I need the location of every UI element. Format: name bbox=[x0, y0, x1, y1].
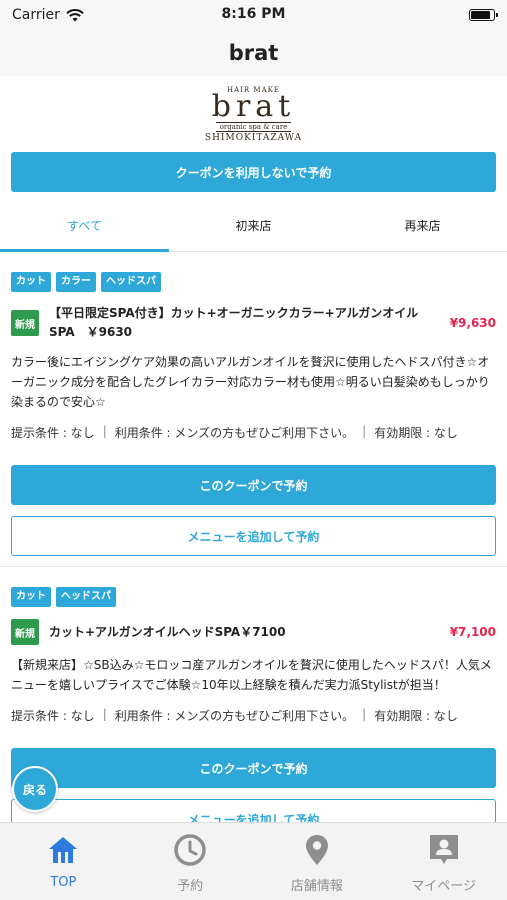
logo-sub-text: organic spa & care bbox=[215, 121, 292, 132]
home-icon bbox=[49, 837, 78, 863]
coupon-card: カット カラー ヘッドスパ 新規 【平日限定SPA付き】カット+オーガニックカラ… bbox=[0, 252, 507, 567]
tag-color: カラー bbox=[56, 272, 96, 292]
coupon-tags: カット ヘッドスパ bbox=[11, 587, 496, 607]
condition-usage: 利用条件 : メンズの方もぜひご利用下さい。 bbox=[114, 426, 355, 440]
condition-expiry: 有効期限 : なし bbox=[374, 709, 458, 723]
condition-presentation: 提示条件 : なし bbox=[11, 426, 95, 440]
coupon-conditions: 提示条件 : なし | 利用条件 : メンズの方もぜひご利用下さい。 | 有効期… bbox=[11, 707, 458, 723]
tab-top-label: TOP bbox=[50, 875, 77, 890]
tab-mypage[interactable]: マイページ bbox=[380, 823, 507, 900]
nav-title: brat bbox=[228, 41, 279, 65]
filter-tabs: すべて 初来店 再来店 bbox=[0, 200, 507, 252]
coupon-tags: カット カラー ヘッドスパ bbox=[11, 272, 496, 292]
shop-logo: HAIR MAKE brat organic spa & care SHIMOK… bbox=[0, 76, 507, 152]
nav-bar: brat bbox=[0, 30, 507, 76]
condition-usage: 利用条件 : メンズの方もぜひご利用下さい。 bbox=[114, 709, 355, 723]
add-menu-button[interactable]: メニューを追加して予約 bbox=[11, 516, 496, 556]
tag-head-spa: ヘッドスパ bbox=[56, 587, 116, 607]
condition-expiry: 有効期限 : なし bbox=[374, 426, 458, 440]
coupon-title: 【平日限定SPA付き】カット+オーガニックカラー+アルガンオイルSPA ￥963… bbox=[49, 306, 419, 339]
tab-top[interactable]: TOP bbox=[0, 823, 127, 900]
book-without-coupon-button[interactable]: クーポンを利用しないで予約 bbox=[11, 152, 496, 192]
coupon-description: 【新規来店】☆SB込み☆モロッコ産アルガンオイルを贅沢に使用したヘッドスパ！人気… bbox=[11, 658, 492, 692]
carrier-label: Carrier bbox=[12, 7, 60, 23]
coupon-description: カラー後にエイジングケア効果の高いアルガンオイルを贅沢に使用したヘドスパ付き☆オ… bbox=[11, 355, 490, 409]
tab-reservation-label: 予約 bbox=[177, 879, 204, 894]
tab-mypage-label: マイページ bbox=[411, 879, 476, 894]
tag-cut: カット bbox=[11, 587, 51, 607]
logo-bottom-text: SHIMOKITAZAWA bbox=[204, 132, 303, 143]
book-with-coupon-button[interactable]: このクーポンで予約 bbox=[11, 465, 496, 505]
coupon-title: カット+アルガンオイルヘッドSPA￥7100 bbox=[49, 624, 286, 639]
book-with-coupon-button[interactable]: このクーポンで予約 bbox=[11, 748, 496, 788]
tab-shop-info[interactable]: 店舗情報 bbox=[254, 823, 381, 900]
coupon-price: ¥9,630 bbox=[449, 316, 496, 330]
new-badge: 新規 bbox=[11, 310, 39, 336]
tab-shop-info-label: 店舗情報 bbox=[290, 879, 343, 894]
wifi-icon bbox=[66, 8, 84, 21]
tab-repeat-visit[interactable]: 再来店 bbox=[338, 200, 507, 251]
tab-reservation[interactable]: 予約 bbox=[127, 823, 254, 900]
status-bar: Carrier 8:16 PM bbox=[0, 0, 507, 30]
new-badge: 新規 bbox=[11, 619, 39, 645]
tab-all[interactable]: すべて bbox=[0, 200, 169, 252]
condition-presentation: 提示条件 : なし bbox=[11, 709, 95, 723]
profile-icon bbox=[429, 835, 458, 864]
coupon-conditions: 提示条件 : なし | 利用条件 : メンズの方もぜひご利用下さい。 | 有効期… bbox=[11, 424, 458, 440]
map-pin-icon bbox=[305, 835, 328, 865]
battery-icon bbox=[469, 9, 498, 21]
tab-first-visit[interactable]: 初来店 bbox=[169, 200, 338, 251]
tag-head-spa: ヘッドスパ bbox=[101, 272, 161, 292]
logo-main-text: brat bbox=[211, 88, 296, 124]
coupon-card: カット ヘッドスパ 新規 カット+アルガンオイルヘッドSPA￥7100 ¥7,1… bbox=[0, 567, 507, 840]
coupon-price: ¥7,100 bbox=[449, 625, 496, 639]
tag-cut: カット bbox=[11, 272, 51, 292]
bottom-tab-bar: TOP 予約 店舗情報 マイページ bbox=[0, 822, 507, 900]
back-button[interactable]: 戻る bbox=[12, 766, 58, 812]
clock-icon bbox=[174, 834, 206, 866]
